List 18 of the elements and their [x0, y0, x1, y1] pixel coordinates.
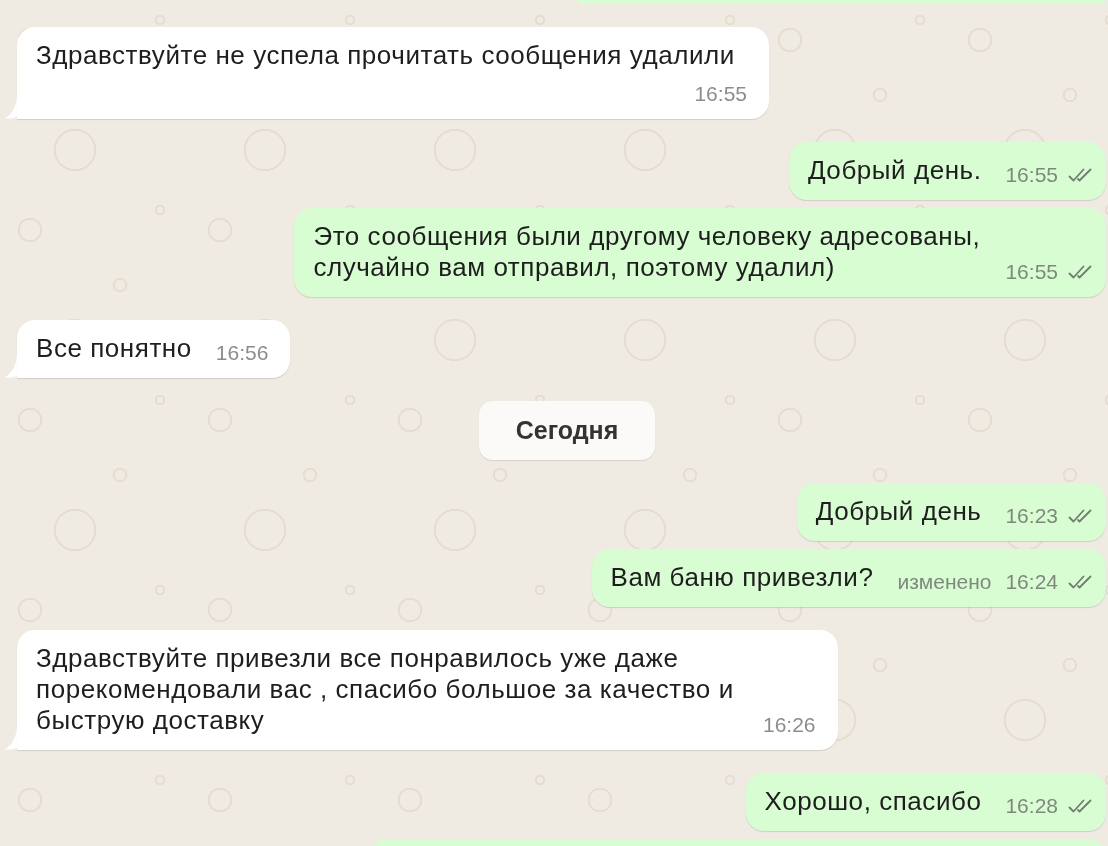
message-text: Все понятно: [36, 333, 192, 364]
message-time: 16:28: [1005, 793, 1058, 819]
message-text: Здравствуйте не успела прочитать сообщения удалили: [36, 40, 735, 71]
message-time: 16:24: [1005, 569, 1058, 595]
message-time: 16:26: [763, 712, 816, 738]
message-text: Добрый день.: [807, 155, 982, 186]
edited-label: изменено: [897, 569, 992, 595]
message-time: 16:55: [1005, 162, 1058, 188]
message-text: Вам баню привезли?: [610, 562, 874, 593]
message-text: Добрый день: [815, 496, 982, 527]
message-time: 16:55: [1005, 259, 1058, 285]
message-time: 16:56: [215, 340, 269, 366]
message-time: 16:23: [1005, 503, 1058, 529]
message-time: 16:55: [694, 81, 747, 107]
message-text: Здравствуйте привезли все понравилось уже даже порекомендовали вас , спасибо большое за качество и быструю доставку: [36, 643, 735, 736]
message-text: Это сообщения были другому человеку адресованы, случайно вам отправил, поэтому удалил): [313, 221, 982, 283]
date-separator: Сегодня: [478, 401, 656, 460]
message-text: Хорошо, спасибо: [764, 786, 982, 817]
